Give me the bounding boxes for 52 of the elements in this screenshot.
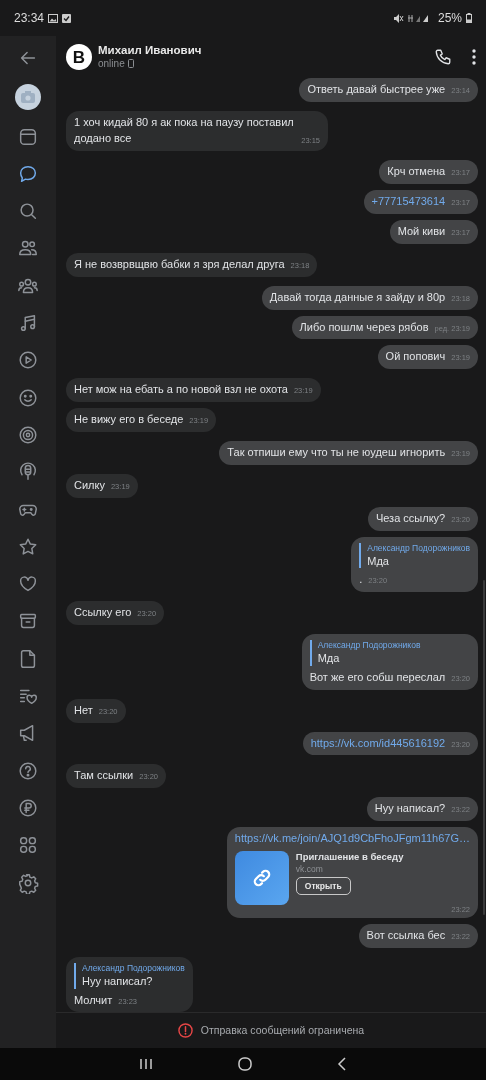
message-text: Нет мож на ебать а по новой взл не охота — [74, 383, 288, 396]
message-text: Не вижу его в беседе — [74, 413, 184, 426]
message-text: Ответь давай быстрее уже — [307, 83, 446, 95]
settings-icon[interactable] — [17, 871, 39, 894]
mute-icon — [393, 13, 404, 23]
message-text: Так отпиши ему что ты не юудеш игнорить — [227, 446, 446, 459]
phone-icon — [127, 59, 134, 69]
call-icon[interactable] — [434, 48, 452, 66]
message-text: Давай тогда данные я зайду и 80р — [269, 290, 446, 303]
back-icon[interactable] — [337, 1057, 347, 1071]
profile-avatar[interactable] — [15, 84, 41, 111]
message-text: Нуу написал? — [374, 802, 446, 815]
quoted-text: Мда — [367, 554, 390, 569]
message-text: . — [359, 573, 363, 586]
message-text: Мой киви — [397, 224, 446, 237]
message-link[interactable]: +77715473614 — [371, 194, 446, 207]
warning-icon — [177, 1023, 193, 1038]
reply-author: Александр Подорожников — [82, 963, 185, 975]
message-text: Нет — [74, 703, 93, 716]
message-text: Крч отмена — [387, 164, 446, 177]
quoted-text: Нуу написал? — [82, 974, 154, 989]
restriction-notice: Отправка сообщений ограничена — [200, 1022, 365, 1038]
more-icon[interactable] — [472, 49, 476, 65]
reply-author: Александр Подорожников — [367, 543, 470, 555]
message-text: Чеза ссылку? — [375, 512, 446, 525]
quoted-text: Мда — [317, 651, 341, 666]
home-icon[interactable] — [238, 1057, 252, 1071]
message-text: Либо пошлм через рябов — [299, 320, 429, 333]
message-text: Я не возврвщвю бабки я зря делал друга — [74, 257, 285, 270]
open-button[interactable]: Открыть — [295, 876, 351, 895]
message-link[interactable]: https://vk.me/join/AJQ1d9CbFhoJFgm11h67G… — [234, 832, 470, 845]
gallery-icon — [48, 13, 59, 23]
reply-author: Александр Подорожников — [317, 640, 422, 652]
message-link[interactable]: https://vk.com/id445616192 — [310, 736, 446, 749]
avatar[interactable]: B — [66, 44, 92, 70]
battery-percent: 25% — [437, 10, 462, 27]
message-text: Ой попович — [385, 350, 446, 363]
checkbox-icon — [62, 13, 72, 23]
message-text: Вот же его собш переслал — [309, 670, 446, 683]
online-status: online — [98, 57, 125, 70]
message-text: Силку — [74, 479, 105, 492]
message-text: Вот ссылка бес — [366, 929, 446, 942]
invite-title: Приглашение в беседу — [295, 851, 404, 864]
message-text: Ссылку его — [74, 606, 132, 619]
message-text: 1 хоч кидай 80 я ак пока на паузу поставил додано все — [74, 114, 295, 146]
status-time: 23:34 — [14, 10, 45, 27]
battery-icon — [466, 13, 472, 23]
invite-domain: vk.com — [295, 863, 324, 874]
message-text: Молчит — [74, 993, 113, 1006]
message-text: Там ссылки — [74, 769, 134, 782]
recent-apps-icon[interactable] — [139, 1058, 153, 1070]
contact-name: Михаил Иванович — [98, 44, 203, 58]
